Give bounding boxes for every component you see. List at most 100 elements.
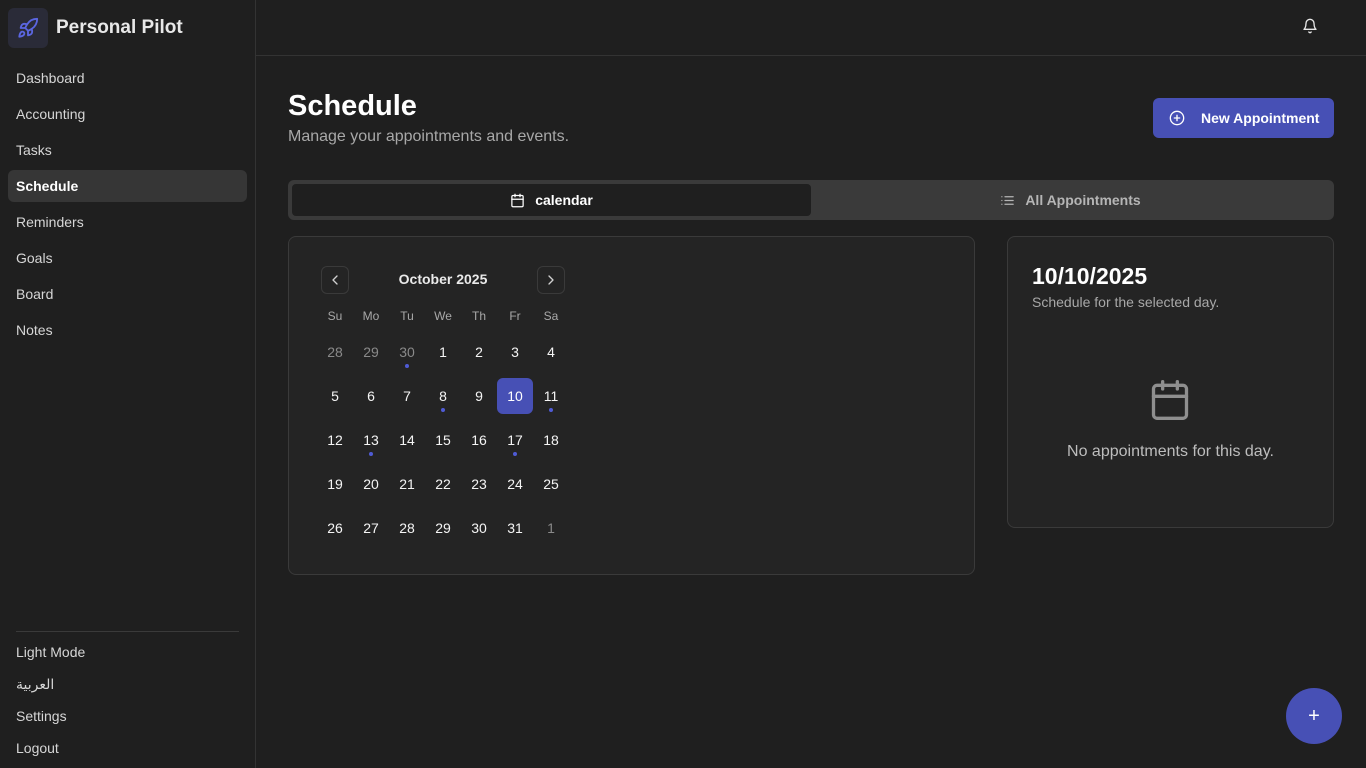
calendar-day[interactable]: 13 [353, 422, 389, 458]
calendar-day[interactable]: 22 [425, 466, 461, 502]
calendar-day-selected[interactable]: 10 [497, 378, 533, 414]
calendar-day-number: 25 [543, 476, 559, 492]
calendar-day-number: 26 [327, 520, 343, 536]
calendar-day[interactable]: 29 [353, 334, 389, 370]
calendar-day[interactable]: 16 [461, 422, 497, 458]
sidebar-item-board[interactable]: Board [8, 278, 247, 310]
tab-calendar-label: calendar [535, 192, 593, 208]
calendar-day[interactable]: 26 [317, 510, 353, 546]
calendar-day-number: 12 [327, 432, 343, 448]
calendar-day-number: 22 [435, 476, 451, 492]
calendar-day[interactable]: 27 [353, 510, 389, 546]
calendar-day-number: 23 [471, 476, 487, 492]
brand-name: Personal Pilot [56, 17, 183, 38]
new-appointment-button[interactable]: New Appointment [1153, 98, 1334, 138]
calendar-day[interactable]: 2 [461, 334, 497, 370]
topbar [256, 0, 1366, 56]
tab-all-appointments[interactable]: All Appointments [811, 184, 1330, 216]
next-month-button[interactable] [537, 266, 565, 294]
calendar-day[interactable]: 11 [533, 378, 569, 414]
calendar-day-number: 20 [363, 476, 379, 492]
chevron-right-icon [548, 275, 554, 285]
calendar-day-number: 4 [547, 344, 555, 360]
logout-button[interactable]: Logout [16, 732, 85, 764]
calendar-day-number: 10 [507, 388, 523, 404]
calendar-day[interactable]: 28 [389, 510, 425, 546]
month-label: October 2025 [398, 271, 488, 287]
calendar-day[interactable]: 24 [497, 466, 533, 502]
calendar-day[interactable]: 1 [533, 510, 569, 546]
calendar-day[interactable]: 31 [497, 510, 533, 546]
calendar-day[interactable]: 21 [389, 466, 425, 502]
chevron-left-icon [332, 275, 338, 285]
calendar-day-number: 15 [435, 432, 451, 448]
calendar-day-number: 21 [399, 476, 415, 492]
rocket-icon [8, 8, 48, 48]
weekday-label: Th [471, 309, 486, 323]
page-subtitle: Manage your appointments and events. [288, 128, 570, 145]
weekday-label: Sa [543, 309, 559, 323]
calendar-day-number: 28 [399, 520, 415, 536]
brand[interactable]: Personal Pilot [8, 8, 183, 48]
calendar-day[interactable]: 3 [497, 334, 533, 370]
calendar-day[interactable]: 4 [533, 334, 569, 370]
calendar-day[interactable]: 8 [425, 378, 461, 414]
sidebar-item-settings[interactable]: Settings [16, 700, 85, 732]
calendar-day-number: 30 [399, 344, 415, 360]
weekday-header: Su Mo Tu We Th Fr Sa [317, 309, 569, 323]
weekday-label: Mo [362, 309, 380, 323]
calendar-card: October 2025 Su Mo Tu We Th Fr Sa 28 29 30… [288, 236, 975, 575]
floating-add-button[interactable]: + [1286, 688, 1342, 744]
language-switch[interactable]: العربية [16, 668, 85, 700]
calendar-day-number: 6 [367, 388, 375, 404]
calendar-day-number: 16 [471, 432, 487, 448]
sidebar-item-reminders[interactable]: Reminders [8, 206, 247, 238]
calendar-day[interactable]: 19 [317, 466, 353, 502]
calendar-week-row: 28 29 30 1 2 3 4 [317, 334, 569, 378]
calendar-day[interactable]: 14 [389, 422, 425, 458]
sidebar-item-tasks[interactable]: Tasks [8, 134, 247, 166]
tab-calendar[interactable]: calendar [292, 184, 811, 216]
calendar-day[interactable]: 23 [461, 466, 497, 502]
calendar-day[interactable]: 20 [353, 466, 389, 502]
calendar-day-number: 5 [331, 388, 339, 404]
calendar-day-number: 9 [475, 388, 483, 404]
calendar-day[interactable]: 30 [389, 334, 425, 370]
calendar-day-number: 18 [543, 432, 559, 448]
calendar-day[interactable]: 30 [461, 510, 497, 546]
calendar-day-number: 27 [363, 520, 379, 536]
calendar-day[interactable]: 12 [317, 422, 353, 458]
calendar-day-number: 2 [475, 344, 483, 360]
sidebar-nav: Dashboard Accounting Tasks Schedule Remi… [8, 62, 247, 350]
weekday-label: Su [327, 309, 343, 323]
calendar-day[interactable]: 18 [533, 422, 569, 458]
weekday-label: Tu [400, 309, 414, 323]
view-tabs: calendar All Appointments [288, 180, 1334, 220]
bell-icon[interactable] [1302, 18, 1322, 38]
sidebar-item-accounting[interactable]: Accounting [8, 98, 247, 130]
sidebar-item-dashboard[interactable]: Dashboard [8, 62, 247, 94]
appointment-indicator-dot [441, 408, 445, 412]
calendar-day[interactable]: 15 [425, 422, 461, 458]
calendar-day[interactable]: 6 [353, 378, 389, 414]
calendar-day[interactable]: 1 [425, 334, 461, 370]
selected-day-subtitle: Schedule for the selected day. [1032, 294, 1220, 310]
calendar-icon [511, 193, 524, 207]
sidebar-item-schedule[interactable]: Schedule [8, 170, 247, 202]
selected-date: 10/10/2025 [1032, 263, 1148, 289]
calendar-day[interactable]: 28 [317, 334, 353, 370]
calendar-day[interactable]: 17 [497, 422, 533, 458]
new-appointment-label: New Appointment [1201, 110, 1320, 126]
prev-month-button[interactable] [321, 266, 349, 294]
calendar-day[interactable]: 7 [389, 378, 425, 414]
calendar-week-row: 12 13 14 15 16 17 18 [317, 422, 569, 466]
light-mode-toggle[interactable]: Light Mode [16, 636, 85, 668]
sidebar-item-notes[interactable]: Notes [8, 314, 247, 346]
sidebar-item-goals[interactable]: Goals [8, 242, 247, 274]
calendar-day[interactable]: 25 [533, 466, 569, 502]
calendar-day[interactable]: 29 [425, 510, 461, 546]
calendar-day[interactable]: 9 [461, 378, 497, 414]
calendar-day-number: 29 [435, 520, 451, 536]
sidebar-divider [16, 631, 239, 632]
calendar-day[interactable]: 5 [317, 378, 353, 414]
